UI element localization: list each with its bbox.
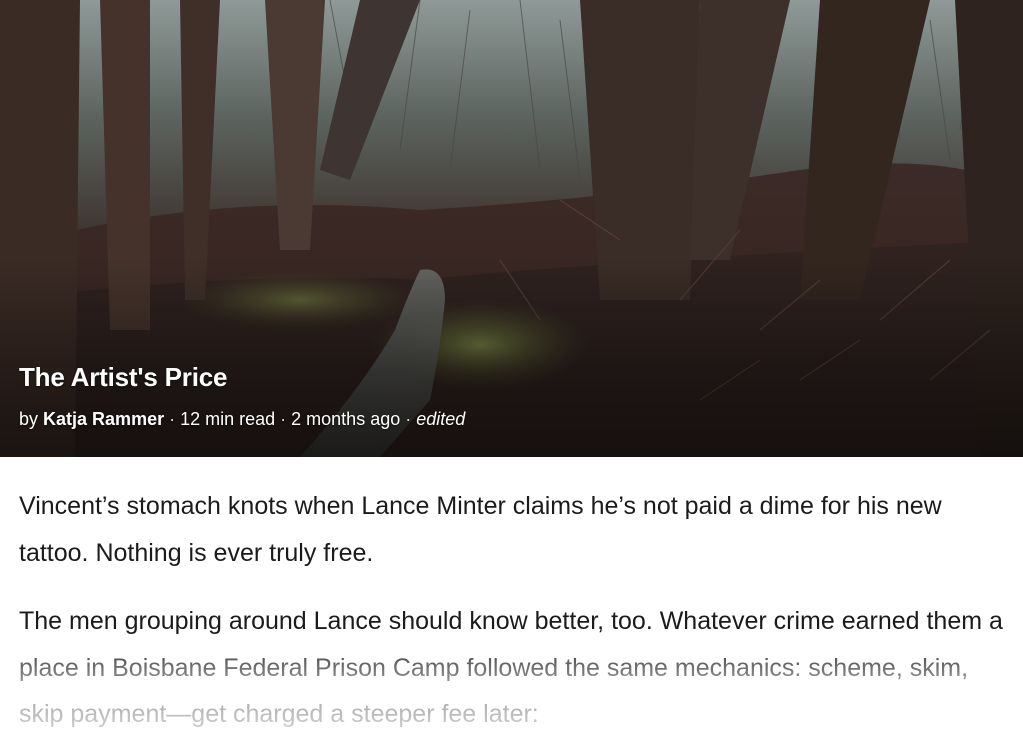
read-time: 12 min read (180, 409, 276, 429)
story-body: Vincent’s stomach knots when Lance Minte… (0, 457, 1023, 738)
meta-separator: · (169, 409, 176, 429)
hero-banner: The Artist's Price by Katja Rammer · 12 mi… (0, 0, 1023, 457)
meta-separator: · (280, 409, 287, 429)
edited-status: edited (416, 409, 466, 429)
story-paragraph: The men grouping around Lance should kno… (19, 607, 1003, 728)
story-title: The Artist's Price (19, 362, 228, 392)
author-link[interactable]: Katja Rammer (43, 409, 164, 429)
byline-prefix: by (19, 409, 39, 429)
story-paragraph: Vincent’s stomach knots when Lance Minte… (19, 492, 942, 567)
meta-separator: · (405, 409, 412, 429)
story-meta: by Katja Rammer · 12 min read · 2 months ago… (19, 409, 465, 430)
story-page: The Artist's Price by Katja Rammer · 12 mi… (0, 0, 1023, 742)
published-time: 2 months ago (291, 409, 401, 429)
